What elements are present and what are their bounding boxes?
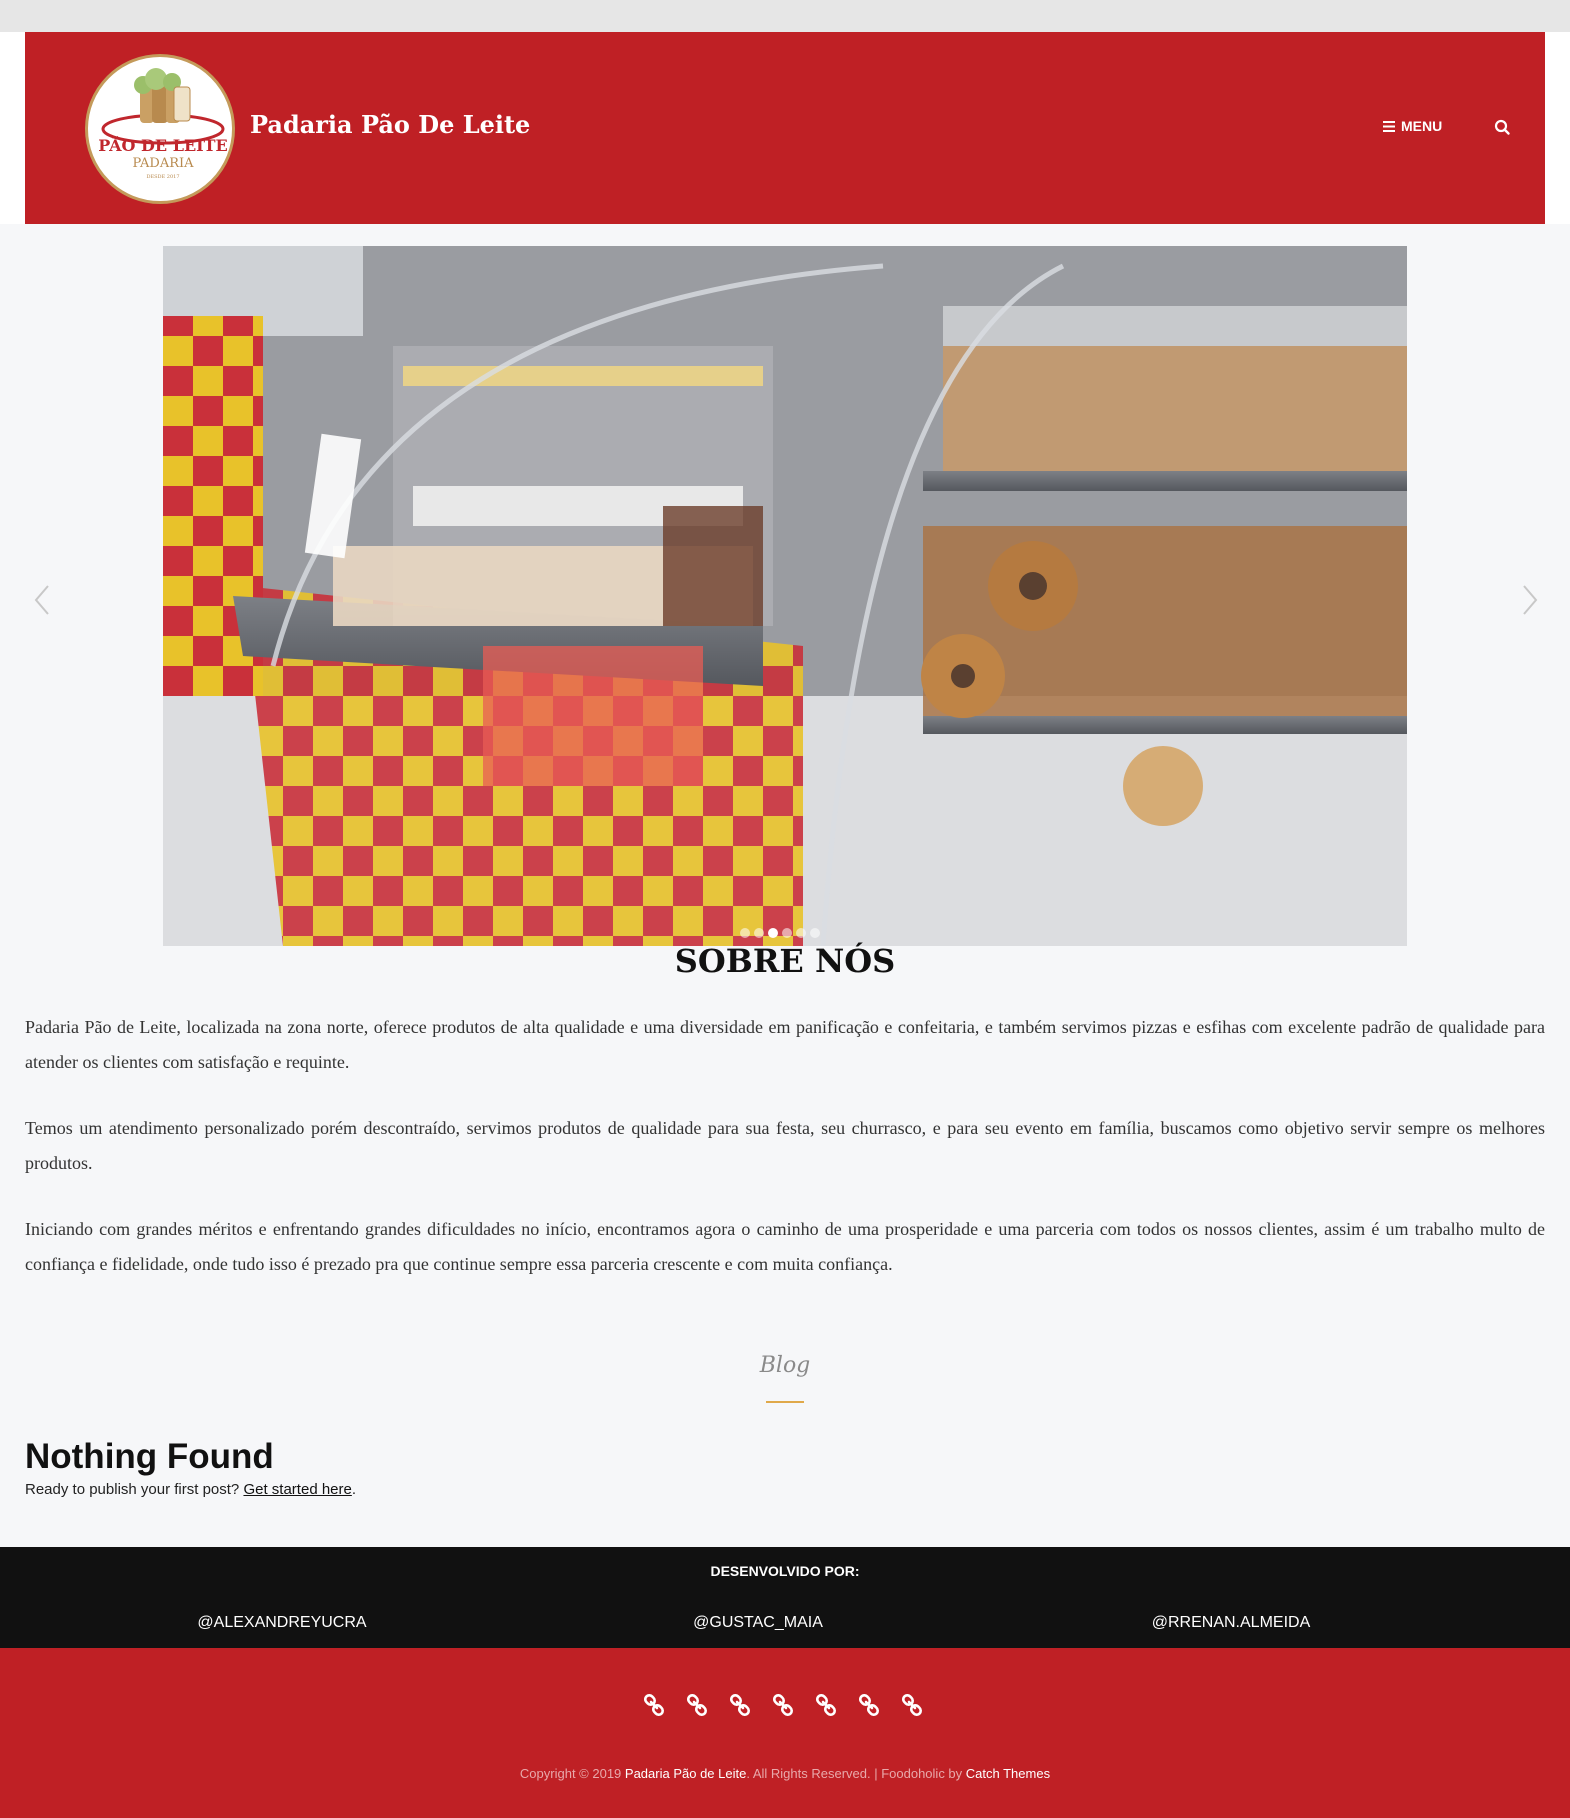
slider-dot[interactable] [810,928,820,938]
site-header-wrapper: PÃO DE LEITE PADARIA DESDE 2017 Padaria … [0,32,1570,224]
link-icon[interactable] [643,1693,665,1717]
link-icon[interactable] [858,1693,880,1717]
svg-text:DESDE 2017: DESDE 2017 [146,174,179,180]
slider-next-arrow[interactable] [1518,580,1542,620]
link-icon[interactable] [815,1693,837,1717]
hamburger-icon [1383,120,1395,132]
social-links [643,1693,923,1717]
link-icon[interactable] [729,1693,751,1717]
about-title: SOBRE NÓS [674,942,896,980]
chevron-right-icon [1523,585,1538,615]
copyright-text: Copyright © 2019 Padaria Pão de Leite. A… [0,1766,1570,1781]
search-icon [1494,119,1510,135]
blog-section-label: Blog [759,1353,811,1378]
site-title[interactable]: Padaria Pão De Leite [250,110,530,139]
slider-dot[interactable] [740,928,750,938]
slider-dot[interactable] [754,928,764,938]
link-icon[interactable] [772,1693,794,1717]
copyright-site-link[interactable]: Padaria Pão de Leite [625,1766,746,1781]
search-button[interactable] [1491,116,1515,140]
about-paragraph: Padaria Pão de Leite, localizada na zona… [25,1017,1545,1072]
nothing-found-heading: Nothing Found [25,1437,274,1476]
ready-period: . [351,1481,357,1498]
menu-button[interactable]: MENU [1383,118,1442,134]
theme-credit-link[interactable]: Catch Themes [966,1766,1050,1781]
developer-handle: @GUSTAC_MAIA [693,1614,823,1631]
slider-prev-arrow[interactable] [30,580,54,620]
developer-handle: @RRENAN.ALMEIDA [1151,1614,1311,1631]
developer-handle: @ALEXANDREYUCRA [197,1614,367,1631]
svg-text:PÃO DE LEITE: PÃO DE LEITE [98,134,227,155]
slider-dot[interactable] [782,928,792,938]
slide-image-bakery-display [163,246,1407,946]
site-footer: Copyright © 2019 Padaria Pão de Leite. A… [0,1648,1570,1818]
about-paragraph: Iniciando com grandes méritos e enfrenta… [25,1219,1545,1274]
site-header: PÃO DE LEITE PADARIA DESDE 2017 Padaria … [25,32,1545,224]
slider-dot[interactable] [796,928,806,938]
developers-bar: DESENVOLVIDO POR: @ALEXANDREYUCRA @GUSTA… [0,1547,1570,1648]
bakery-logo-icon: PÃO DE LEITE PADARIA DESDE 2017 [98,68,228,180]
ready-to-publish-text: Ready to publish your first post? Get st… [25,1481,356,1498]
about-paragraph: Temos um atendimento personalizado porém… [25,1118,1545,1173]
browser-top-strip [0,0,1570,32]
ready-prompt: Ready to publish your first post? [25,1481,240,1498]
menu-label: MENU [1401,118,1443,134]
get-started-link[interactable]: Get started here [243,1481,351,1498]
link-icon[interactable] [686,1693,708,1717]
hero-slider[interactable] [163,246,1407,946]
copyright-middle: . All Rights Reserved. | Foodoholic by [746,1766,966,1781]
svg-text:PADARIA: PADARIA [132,156,194,171]
chevron-left-icon [34,585,49,615]
link-icon[interactable] [901,1693,923,1717]
blog-divider [766,1401,804,1403]
slider-dot[interactable] [768,928,778,938]
developers-title: DESENVOLVIDO POR: [710,1563,860,1579]
about-text: Padaria Pão de Leite, localizada na zona… [25,1010,1545,1313]
copyright-prefix: Copyright © 2019 [519,1766,625,1781]
site-logo[interactable]: PÃO DE LEITE PADARIA DESDE 2017 [85,54,235,204]
slider-pagination [740,928,820,938]
